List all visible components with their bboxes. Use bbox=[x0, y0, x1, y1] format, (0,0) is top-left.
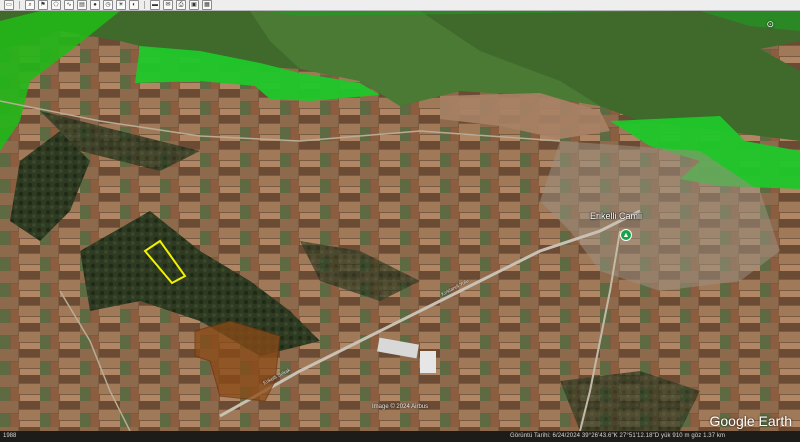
polygon-icon[interactable]: ⬠ bbox=[51, 0, 61, 10]
imagery-credit: Image © 2024 Airbus bbox=[372, 404, 429, 410]
ruler-icon[interactable]: ▬ bbox=[150, 0, 160, 10]
save-image-icon[interactable]: ▣ bbox=[189, 0, 199, 10]
imagery-year: 1988 bbox=[3, 433, 17, 439]
toolbar-separator bbox=[144, 1, 145, 9]
historical-imagery-icon[interactable]: ◷ bbox=[103, 0, 113, 10]
place-label[interactable]: Erikelli Camii bbox=[590, 211, 642, 221]
print-icon[interactable]: ⎙ bbox=[176, 0, 186, 10]
coordinates-readout: Görüntü Tarihi: 6/24/2024 39°26'43.6"K 2… bbox=[510, 433, 726, 439]
sidebar-toggle-icon[interactable]: ▭ bbox=[4, 0, 14, 10]
sunlight-icon[interactable]: ☀ bbox=[116, 0, 126, 10]
path-icon[interactable]: ∿ bbox=[64, 0, 74, 10]
north-indicator-icon[interactable]: ⊙ bbox=[766, 19, 774, 30]
email-icon[interactable]: ✉ bbox=[163, 0, 173, 10]
mosque-placemark-icon[interactable]: ▲ bbox=[620, 229, 632, 241]
toolbar-separator bbox=[19, 1, 20, 9]
status-bar: 1988 Görüntü Tarihi: 6/24/2024 39°26'43.… bbox=[0, 431, 800, 442]
map-view[interactable] bbox=[0, 11, 800, 431]
tour-icon[interactable]: ● bbox=[90, 0, 100, 10]
toolbar: ▭ ⌕ ⚑ ⬠ ∿ ▤ ● ◷ ☀ ◐ ▬ ✉ ⎙ ▣ ▦ bbox=[0, 0, 800, 11]
maps-icon[interactable]: ▦ bbox=[202, 0, 212, 10]
greenhouse bbox=[420, 351, 436, 373]
overlay-icon[interactable]: ▤ bbox=[77, 0, 87, 10]
google-earth-logo: Google Earth bbox=[709, 413, 793, 429]
planet-icon[interactable]: ◐ bbox=[129, 0, 139, 10]
search-icon[interactable]: ⌕ bbox=[25, 0, 35, 10]
satellite-imagery[interactable] bbox=[0, 11, 800, 431]
placemark-icon[interactable]: ⚑ bbox=[38, 0, 48, 10]
